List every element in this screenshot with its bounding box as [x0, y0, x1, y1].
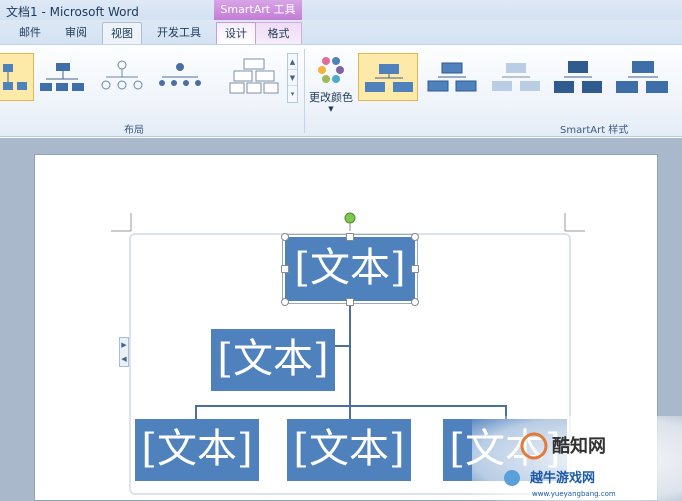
smartart-tools-header: SmartArt 工具 — [214, 0, 302, 20]
style-light-icon — [492, 63, 540, 91]
layout-gallery-scroll[interactable]: ▲ ▼ ▾ — [287, 53, 298, 103]
svg-text:酷知网: 酷知网 — [552, 435, 606, 457]
layout-thumb-name-title-org-chart[interactable] — [36, 53, 92, 101]
style-outline-icon — [427, 62, 477, 92]
ribbon: ▲ ▼ ▾ 布局 更改颜色 ▼ SmartArt 样式 — [0, 44, 682, 137]
style-thumb-2[interactable] — [422, 53, 482, 101]
layout-thumb-org-chart[interactable] — [0, 53, 34, 101]
assistant-node[interactable]: [文本] — [211, 329, 335, 391]
tab-design[interactable]: 设计 — [216, 22, 256, 44]
color-palette-icon — [318, 57, 344, 83]
watermark-logo-icon: 酷知网 越牛游戏网 www.yueyangbang.com — [504, 432, 616, 498]
resize-handle-n[interactable] — [346, 233, 354, 241]
document-area: ▶◀ [文本] [文本] [文本] [文本] [文本] 酷知网 — [0, 138, 682, 501]
name-title-org-chart-icon — [40, 63, 84, 91]
svg-text:www.yueyangbang.com: www.yueyangbang.com — [532, 490, 616, 498]
tab-view[interactable]: 视图 — [102, 22, 142, 44]
connector-horizontal — [195, 405, 507, 407]
child-node-1[interactable]: [文本] — [135, 419, 259, 481]
layout-group-label: 布局 — [124, 125, 144, 136]
resize-handle-ne[interactable] — [411, 233, 419, 241]
tab-mailings[interactable]: 邮件 — [10, 22, 50, 44]
resize-handle-sw[interactable] — [281, 298, 289, 306]
resize-handle-se[interactable] — [411, 298, 419, 306]
svg-text:越牛游戏网: 越牛游戏网 — [529, 470, 595, 486]
change-colors-label: 更改颜色 — [309, 91, 353, 104]
rotate-handle-icon[interactable] — [340, 211, 360, 231]
layout-thumb-dot-hierarchy[interactable] — [152, 53, 208, 101]
resize-handle-nw[interactable] — [281, 233, 289, 241]
window-title: 文档1 - Microsoft Word — [6, 5, 139, 19]
style-thumb-1[interactable] — [358, 53, 418, 101]
gallery-more-icon[interactable]: ▾ — [288, 86, 297, 102]
smartart-styles-group-label: SmartArt 样式 — [560, 125, 629, 136]
layout-thumb-circle-picture-hierarchy[interactable] — [94, 53, 150, 101]
resize-handle-w[interactable] — [281, 265, 289, 273]
resize-handle-s[interactable] — [346, 298, 354, 306]
connector-assistant — [335, 345, 351, 347]
circle-hierarchy-icon — [101, 60, 143, 90]
child-node-2[interactable]: [文本] — [287, 419, 411, 481]
style-simple-icon — [365, 64, 413, 92]
title-bar: 文档1 - Microsoft Word — [0, 0, 682, 20]
ribbon-tabs: 邮件 审阅 视图 开发工具 设计 格式 — [0, 20, 682, 44]
tab-developer[interactable]: 开发工具 — [148, 22, 210, 44]
connector-vertical — [349, 301, 351, 407]
style-dark-icon — [554, 61, 602, 93]
chevron-down-icon: ▼ — [328, 105, 334, 113]
style-thumb-5[interactable] — [612, 53, 672, 101]
scroll-up-icon[interactable]: ▲ — [288, 54, 297, 70]
dot-hierarchy-icon — [159, 63, 201, 86]
group-separator — [304, 49, 305, 133]
style-thumb-4[interactable] — [548, 53, 608, 101]
style-thumb-3[interactable] — [486, 53, 546, 101]
scroll-down-icon[interactable]: ▼ — [288, 70, 297, 86]
watermark: 酷知网 越牛游戏网 www.yueyangbang.com — [472, 416, 682, 501]
change-colors-button[interactable]: 更改颜色 ▼ — [306, 51, 356, 123]
resize-handle-e[interactable] — [411, 265, 419, 273]
org-chart-layout-icon — [3, 64, 27, 90]
style-3d-icon — [616, 61, 668, 93]
tab-review[interactable]: 审阅 — [56, 22, 96, 44]
root-node[interactable]: [文本] — [282, 234, 418, 304]
text-pane-toggle[interactable]: ▶ ◀ — [119, 337, 129, 367]
table-hierarchy-icon — [229, 58, 279, 94]
layout-thumb-table-hierarchy[interactable] — [226, 53, 282, 101]
tab-format[interactable]: 格式 — [256, 22, 302, 44]
